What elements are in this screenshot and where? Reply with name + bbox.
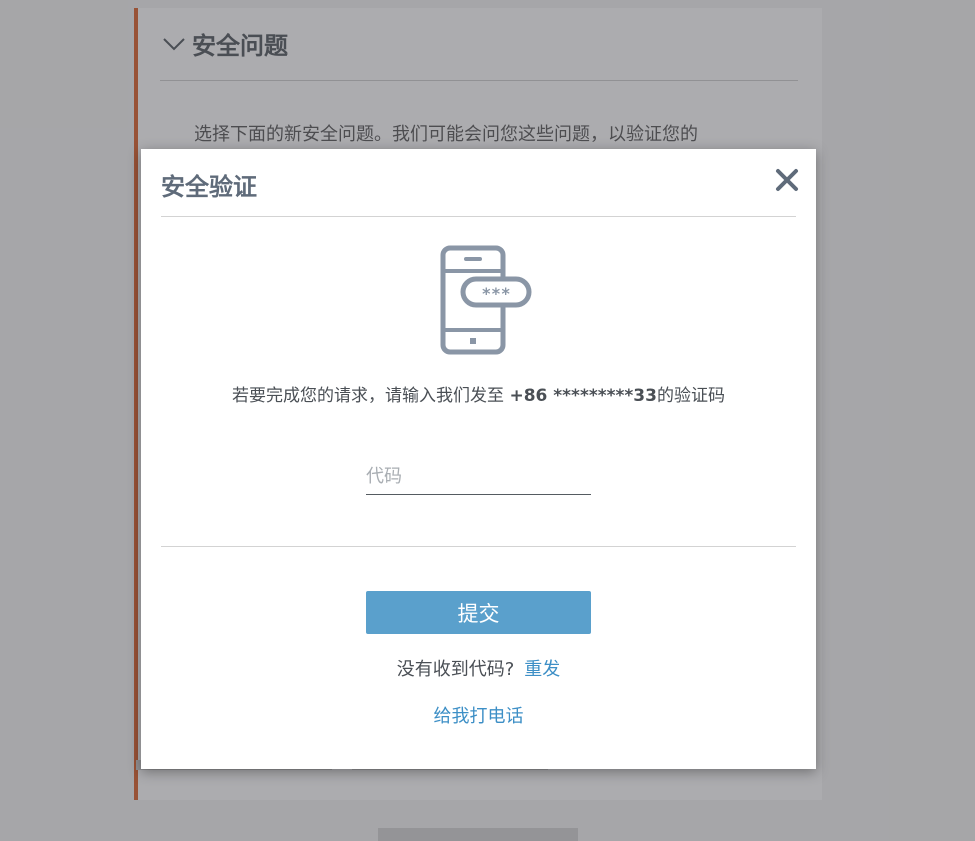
submit-button[interactable]: 提交	[366, 591, 591, 634]
dialog-header-divider	[161, 216, 796, 217]
call-row: 给我打电话	[141, 702, 816, 728]
call-me-link[interactable]: 给我打电话	[434, 706, 524, 727]
dialog-title: 安全验证	[161, 173, 257, 201]
message-prefix: 若要完成您的请求，请输入我们发至	[232, 386, 510, 406]
no-code-text: 没有收到代码?	[396, 659, 515, 680]
dialog-body-divider	[161, 546, 796, 547]
message-suffix: 的验证码	[656, 386, 725, 406]
phone-password-icon: ***	[440, 245, 532, 355]
verification-message: 若要完成您的请求，请输入我们发至 +86 *********33的验证码	[201, 383, 756, 410]
close-icon	[776, 169, 798, 191]
svg-text:***: ***	[482, 284, 511, 303]
code-field-wrapper	[366, 462, 591, 495]
close-button[interactable]	[774, 167, 800, 193]
resend-row: 没有收到代码? 重发	[141, 655, 816, 681]
resend-link[interactable]: 重发	[524, 659, 560, 680]
code-input[interactable]	[366, 462, 591, 490]
security-verification-dialog: 安全验证 *** 若要完成您的请求，请输入我们发至 +86 *********3…	[141, 149, 816, 769]
masked-phone-number: +86 *********33	[509, 386, 657, 406]
